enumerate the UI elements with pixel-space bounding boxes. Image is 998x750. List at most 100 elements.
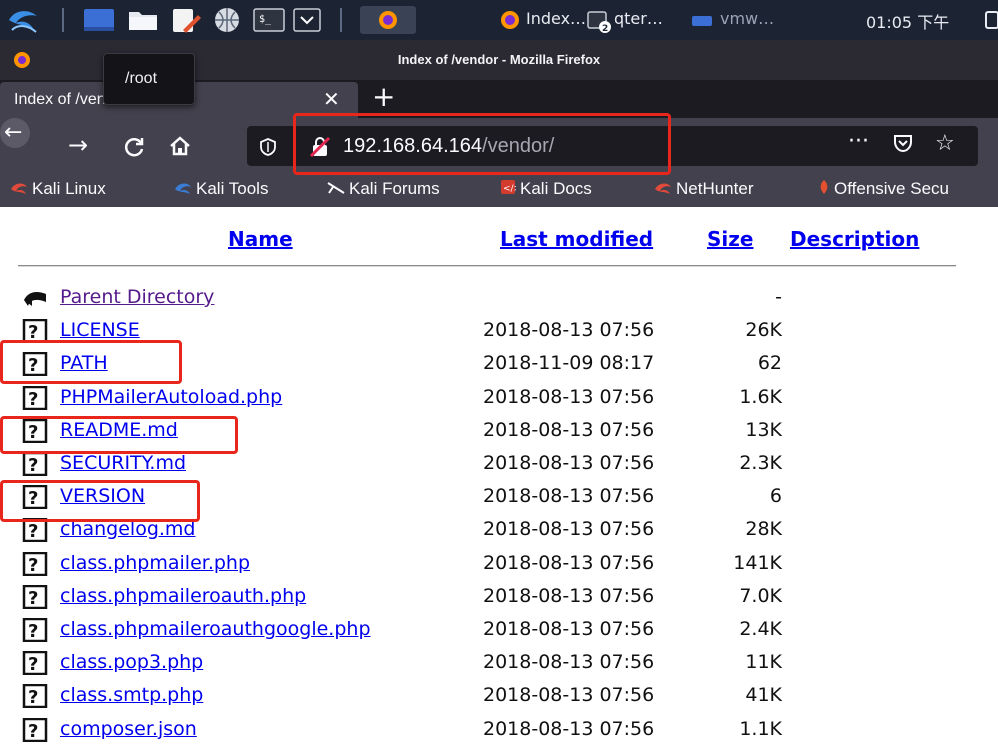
unknown-file-icon: ? [22,518,48,543]
table-row: ? class.phpmaileroauth.php 2018-08-13 07:5… [0,581,998,614]
bookmark-kali-tools[interactable]: Kali Tools [174,179,268,200]
kali-dragon-icon [10,180,28,200]
kali-menu-icon[interactable] [6,6,40,34]
task-terminal-label[interactable]: qter… [614,9,663,28]
taskbar: $_ Index… 2 qter… vmw… 01:05 下午 [0,0,998,40]
file-link[interactable]: Parent Directory [60,286,214,308]
terminal-icon: 2 [587,11,611,34]
table-row: ? SECURITY.md 2018-08-13 07:56 2.3K [0,448,998,481]
unknown-file-icon: ? [22,684,48,709]
file-link[interactable]: class.pop3.php [60,651,203,673]
column-header-description[interactable]: Description [790,227,919,251]
file-link[interactable]: changelog.md [60,518,196,540]
file-link[interactable]: README.md [60,419,178,441]
svg-text:</>: </> [503,184,516,194]
file-link[interactable]: LICENSE [60,319,140,341]
column-header-last-modified[interactable]: Last modified [500,227,653,251]
file-link[interactable]: class.phpmaileroauth.php [60,585,306,607]
navigation-toolbar: ← → 192.168.64.164/vendor/ ··· ☆ [0,118,998,175]
file-link[interactable]: PHPMailerAutoload.php [60,386,282,408]
table-row: ? class.pop3.php 2018-08-13 07:56 11K [0,647,998,680]
header-divider [18,265,956,267]
table-row: ? PATH 2018-11-09 08:17 62 [0,348,998,381]
bookmark-kali-linux[interactable]: Kali Linux [10,179,106,200]
chevron-down-icon[interactable] [292,6,322,34]
table-row: Parent Directory - [0,282,998,315]
file-size: 11K [745,651,782,674]
reload-icon[interactable] [122,135,146,159]
file-link[interactable]: SECURITY.md [60,452,186,474]
show-desktop-icon[interactable] [82,6,116,34]
bookmark-label: Kali Tools [196,179,269,198]
new-tab-button[interactable]: + [372,82,395,112]
svg-text:2: 2 [602,24,608,34]
svg-text:?: ? [28,721,38,742]
file-link[interactable]: class.phpmailer.php [60,552,250,574]
star-icon[interactable]: ☆ [935,131,955,156]
file-link[interactable]: PATH [60,352,108,374]
bookmark-label: Kali Docs [520,179,592,198]
svg-text:?: ? [28,389,38,410]
close-icon[interactable]: ✕ [323,88,340,110]
file-link[interactable]: class.phpmaileroauthgoogle.php [60,618,371,640]
bookmark-label: Kali Forums [349,179,440,198]
kali-dragon-icon [654,180,672,200]
file-size: 141K [733,551,782,574]
file-size: 62 [757,352,782,375]
taskbar-clock[interactable]: 01:05 下午 [866,9,949,33]
tab-tooltip: /root [103,53,195,105]
home-icon[interactable] [168,134,192,158]
insecure-lock-icon[interactable] [309,136,331,158]
bookmark-kali-forums[interactable]: Kali Forums [327,179,440,200]
file-date: 2018-08-13 07:56 [483,717,655,740]
bookmark-label: Offensive Secu [834,179,949,198]
column-header-name[interactable]: Name [228,227,293,251]
bookmarks-toolbar: Kali Linux Kali Tools Kali Forums </> Kal… [0,175,998,207]
table-row: ? VERSION 2018-08-13 07:56 6 [0,481,998,514]
bookmark-kali-docs[interactable]: </> Kali Docs [500,179,592,200]
file-date: 2018-08-13 07:56 [483,385,655,408]
svg-text:?: ? [28,621,38,642]
shield-icon[interactable] [259,138,277,156]
terminal-icon[interactable]: $_ [252,6,286,34]
text-editor-icon[interactable] [168,6,202,34]
browser-globe-icon[interactable] [210,6,244,34]
unknown-file-icon: ? [22,485,48,510]
file-link[interactable]: VERSION [60,485,145,507]
file-date: 2018-08-13 07:56 [483,651,655,674]
file-manager-icon[interactable] [126,6,160,34]
file-link[interactable]: class.smtp.php [60,684,203,706]
file-date: 2018-08-13 07:56 [483,618,655,640]
page-actions-button[interactable]: ··· [848,129,869,154]
bookmark-offensive-security[interactable]: Offensive Secu [818,179,949,200]
table-row: ? class.smtp.php 2018-08-13 07:56 41K [0,680,998,713]
back-button[interactable]: ← [0,118,30,148]
task-firefox-label[interactable]: Index… [526,9,586,28]
svg-text:?: ? [28,555,38,576]
unknown-file-icon: ? [22,618,48,642]
bookmark-nethunter[interactable]: NetHunter [654,179,753,200]
url-path: /vendor/ [482,135,555,157]
svg-text:?: ? [28,322,38,343]
tray-icon[interactable] [984,6,998,34]
unknown-file-icon: ? [22,352,48,377]
pocket-icon[interactable] [892,132,914,154]
firefox-icon[interactable] [360,6,416,34]
unknown-file-icon: ? [22,319,48,344]
back-folder-icon [24,292,46,306]
kali-dragon-icon [174,180,192,200]
file-date: 2018-08-13 07:56 [483,518,655,541]
url-bar[interactable]: 192.168.64.164/vendor/ ··· ☆ [247,126,978,166]
file-date: 2018-08-13 07:56 [483,319,655,342]
file-date: 2018-08-13 07:56 [483,551,655,574]
column-header-size[interactable]: Size [707,227,753,251]
forward-button[interactable]: → [68,133,88,157]
file-link[interactable]: composer.json [60,718,197,740]
table-row: ? composer.json 2018-08-13 07:56 1.1K [0,714,998,747]
kali-docs-icon: </> [500,179,521,200]
unknown-file-icon: ? [22,584,48,609]
task-vmware-label[interactable]: vmw… [720,9,774,28]
url-text[interactable]: 192.168.64.164/vendor/ [343,135,554,158]
url-host: 192.168.64.164 [343,135,483,157]
kali-forums-icon [327,180,345,200]
